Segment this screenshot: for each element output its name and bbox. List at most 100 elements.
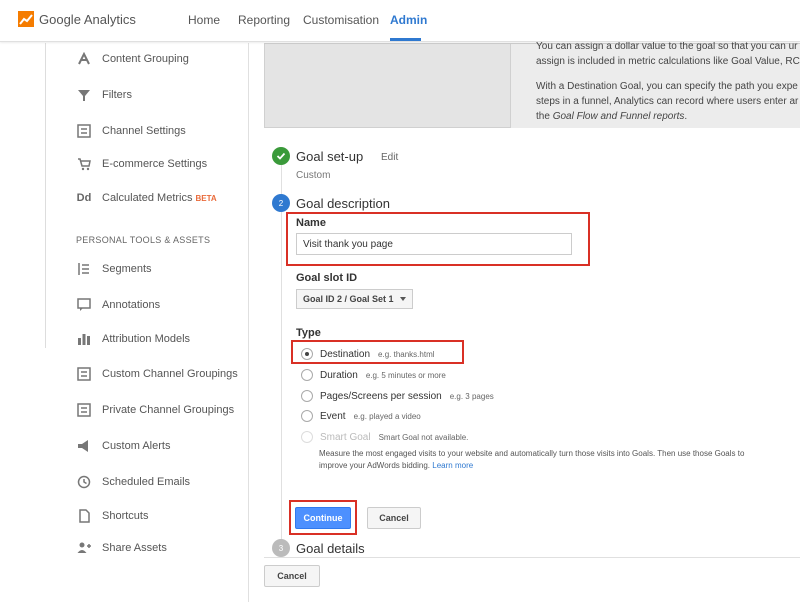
info-line: assign is included in metric calculation…: [536, 56, 800, 67]
radio-button[interactable]: [301, 369, 313, 381]
checkmark-icon: [272, 147, 290, 165]
beta-badge: BETA: [195, 193, 217, 203]
radio-button[interactable]: [301, 410, 313, 422]
divider: [264, 557, 800, 558]
sidebar-item-label: Custom Alerts: [102, 440, 171, 452]
smart-goal-text: Measure the most engaged visits to your …: [319, 449, 745, 458]
type-option-event[interactable]: Event e.g. played a video: [301, 410, 421, 422]
calculated-metrics-icon: Dd: [76, 192, 92, 204]
goal-info-panel: You can assign a dollar value to the goa…: [511, 41, 800, 128]
step-connector-line: [281, 163, 282, 543]
content-grouping-icon: [75, 51, 93, 67]
megaphone-icon: [75, 438, 93, 454]
sidebar-item-label: Scheduled Emails: [102, 476, 191, 488]
step-number-badge: 3: [272, 539, 290, 557]
sidebar-item-label: E-commerce Settings: [102, 158, 208, 170]
annotations-icon: [75, 297, 93, 313]
type-option-duration[interactable]: Duration e.g. 5 minutes or more: [301, 369, 446, 381]
sidebar-item-segments[interactable]: Segments: [75, 259, 152, 279]
type-option-label: Destination: [320, 348, 371, 360]
clock-icon: [75, 474, 93, 490]
sidebar-item-label: Segments: [102, 263, 152, 275]
sidebar-item-label: Annotations: [102, 299, 161, 311]
step-number-badge: 2: [272, 194, 290, 212]
chevron-down-icon: [399, 297, 406, 301]
sidebar-item-private-channel-groupings[interactable]: Private Channel Groupings: [75, 400, 234, 420]
sidebar-item-label: Attribution Models: [102, 333, 191, 345]
type-option-label: Pages/Screens per session: [320, 390, 442, 402]
goal-setup-title: Goal set-up: [296, 149, 364, 164]
sidebar-item-content-grouping[interactable]: Content Grouping: [75, 49, 189, 69]
sidebar-item-label: Share Assets: [102, 542, 167, 554]
google-analytics-logo[interactable]: Google Analytics: [18, 11, 136, 27]
goal-slot-dropdown[interactable]: Goal ID 2 / Goal Set 1: [296, 289, 413, 309]
top-bar: Google Analytics Home Reporting Customis…: [0, 0, 800, 42]
video-placeholder: [264, 43, 511, 128]
sidebar-item-annotations[interactable]: Annotations: [75, 295, 160, 315]
name-label: Name: [296, 217, 326, 229]
sidebar-item-label: Calculated Metrics: [102, 192, 193, 204]
admin-sidebar: Content Grouping Filters Channel Setting…: [45, 43, 249, 602]
learn-more-link[interactable]: Learn more: [432, 461, 473, 470]
type-option-pages-per-session[interactable]: Pages/Screens per session e.g. 3 pages: [301, 390, 494, 402]
type-option-hint: e.g. 3 pages: [449, 391, 494, 401]
sidebar-item-filters[interactable]: Filters: [75, 85, 132, 105]
type-option-hint: e.g. 5 minutes or more: [365, 370, 446, 380]
type-option-label: Smart Goal: [320, 431, 371, 443]
filter-icon: [75, 87, 93, 103]
sidebar-item-custom-alerts[interactable]: Custom Alerts: [75, 436, 170, 456]
sidebar-item-custom-channel-groupings[interactable]: Custom Channel Groupings: [75, 364, 238, 384]
nav-reporting[interactable]: Reporting: [238, 13, 290, 27]
type-label: Type: [296, 327, 321, 339]
sidebar-item-shortcuts[interactable]: Shortcuts: [75, 506, 148, 526]
sidebar-item-label: Channel Settings: [102, 125, 186, 137]
custom-channel-icon: [75, 366, 93, 382]
sidebar-item-attribution-models[interactable]: Attribution Models: [75, 329, 190, 349]
radio-button[interactable]: [301, 348, 313, 360]
active-tab-indicator: [390, 38, 421, 41]
goal-slot-value: Goal ID 2 / Goal Set 1: [303, 294, 394, 304]
nav-home[interactable]: Home: [188, 13, 220, 27]
info-line: the Goal Flow and Funnel reports.: [536, 109, 687, 124]
bottom-cancel-button[interactable]: Cancel: [264, 565, 320, 587]
attribution-icon: [75, 331, 93, 347]
edit-goal-setup-link[interactable]: Edit: [381, 152, 398, 163]
sidebar-item-scheduled-emails[interactable]: Scheduled Emails: [75, 472, 190, 492]
sidebar-item-calculated-metrics[interactable]: Dd Calculated Metrics BETA: [75, 188, 217, 208]
segments-icon: [75, 261, 93, 277]
radio-button[interactable]: [301, 390, 313, 402]
goal-slot-label: Goal slot ID: [296, 272, 358, 284]
sidebar-item-channel-settings[interactable]: Channel Settings: [75, 121, 186, 141]
smart-goal-description: Measure the most engaged visits to your …: [319, 448, 789, 472]
nav-admin[interactable]: Admin: [390, 13, 427, 27]
smart-goal-text-line: improve your AdWords bidding. Learn more: [319, 460, 789, 472]
goal-description-title: Goal description: [296, 196, 390, 211]
goal-details-title: Goal details: [296, 541, 365, 556]
nav-customisation[interactable]: Customisation: [303, 13, 379, 27]
type-option-smart-goal: Smart Goal Smart Goal not available.: [301, 431, 468, 443]
cancel-button[interactable]: Cancel: [367, 507, 421, 529]
sidebar-item-label: Private Channel Groupings: [102, 404, 235, 416]
smart-goal-text: improve your AdWords bidding.: [319, 461, 431, 470]
info-line: steps in a funnel, Analytics can record …: [536, 96, 799, 107]
type-option-hint: e.g. played a video: [353, 411, 421, 421]
type-option-label: Duration: [320, 369, 358, 381]
info-text-part: the: [536, 111, 553, 122]
continue-button[interactable]: Continue: [295, 507, 351, 529]
sidebar-item-share-assets[interactable]: Share Assets: [75, 538, 167, 558]
private-channel-icon: [75, 402, 93, 418]
sidebar-item-label: Shortcuts: [102, 510, 149, 522]
type-option-hint: e.g. thanks.html: [378, 349, 435, 359]
personal-tools-heading: PERSONAL TOOLS & ASSETS: [76, 235, 211, 245]
info-text-part: .: [684, 111, 688, 122]
sidebar-item-ecommerce-settings[interactable]: E-commerce Settings: [75, 154, 207, 174]
type-option-hint: Smart Goal not available.: [378, 432, 469, 442]
add-person-icon: [75, 540, 93, 556]
goal-flow-reports-text: Goal Flow and Funnel reports: [552, 111, 685, 122]
sidebar-divider: [45, 43, 46, 348]
type-option-destination[interactable]: Destination e.g. thanks.html: [301, 348, 435, 360]
info-line: With a Destination Goal, you can specify…: [536, 81, 798, 92]
sidebar-item-label: Filters: [102, 89, 132, 101]
goal-setup-panel: You can assign a dollar value to the goa…: [264, 41, 800, 602]
goal-name-input[interactable]: Visit thank you page: [296, 233, 572, 255]
